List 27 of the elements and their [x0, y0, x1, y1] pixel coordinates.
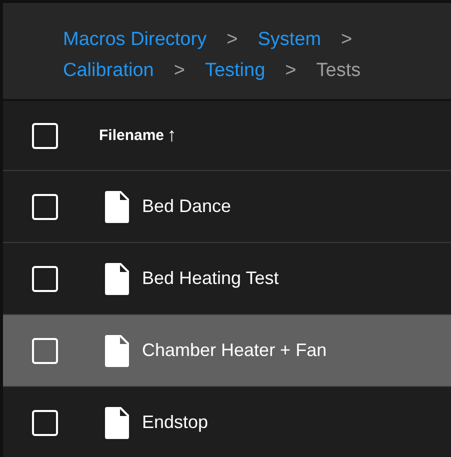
breadcrumb-separator: >: [226, 28, 238, 52]
file-name: Bed Dance: [142, 196, 232, 217]
file-row[interactable]: Bed Dance: [3, 171, 451, 243]
file-icon: [105, 262, 129, 294]
breadcrumb-link[interactable]: Calibration: [63, 55, 154, 86]
row-checkbox[interactable]: [32, 266, 58, 292]
breadcrumb-separator: >: [285, 59, 296, 83]
breadcrumb-separator: >: [174, 59, 185, 83]
row-checkbox[interactable]: [32, 410, 58, 436]
file-name: Bed Heating Test: [142, 268, 279, 289]
breadcrumb-separator: >: [341, 28, 352, 52]
breadcrumb-current: Tests: [316, 59, 361, 83]
file-name: Chamber Heater + Fan: [142, 340, 327, 361]
breadcrumb-link[interactable]: System: [258, 24, 322, 55]
file-icon: [105, 190, 129, 222]
breadcrumb-link[interactable]: Testing: [204, 55, 266, 86]
file-name: Endstop: [142, 412, 208, 433]
breadcrumb-link[interactable]: Macros Directory: [63, 24, 207, 55]
filename-column-header[interactable]: Filename: [99, 127, 164, 144]
sort-ascending-icon[interactable]: ↑: [167, 124, 177, 146]
select-all-checkbox[interactable]: [32, 122, 58, 148]
file-row[interactable]: Chamber Heater + Fan: [3, 315, 451, 387]
file-row[interactable]: Endstop: [3, 387, 451, 457]
file-icon: [105, 334, 129, 366]
row-checkbox[interactable]: [32, 338, 58, 364]
row-checkbox[interactable]: [32, 194, 58, 220]
file-icon: [105, 406, 129, 438]
